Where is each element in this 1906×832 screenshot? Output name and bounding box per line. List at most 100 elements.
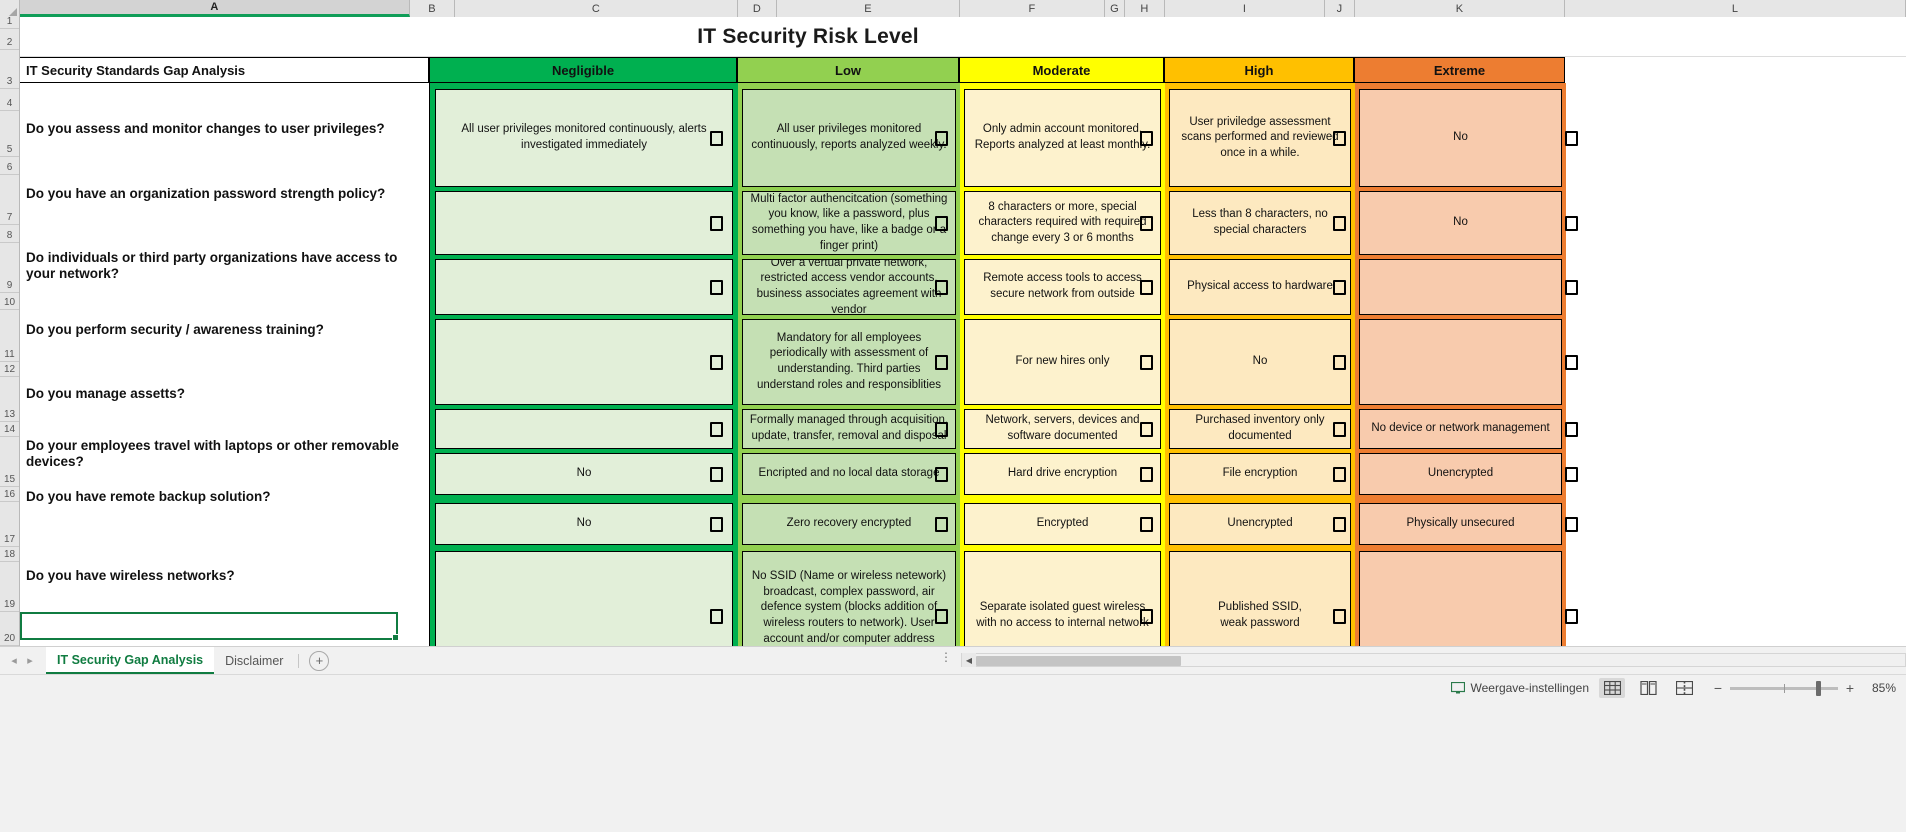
checkbox-negligible-row4[interactable] xyxy=(696,319,736,405)
checkbox-negligible-row1[interactable] xyxy=(696,89,736,187)
checkbox-high-row6[interactable] xyxy=(1323,453,1355,495)
checkbox-high-row7[interactable] xyxy=(1323,503,1355,545)
select-all-corner[interactable] xyxy=(0,0,20,17)
checkbox-low-row1[interactable] xyxy=(922,89,960,187)
row-header-8[interactable]: 8 xyxy=(0,225,19,243)
row-header-1[interactable]: 1 xyxy=(0,16,19,29)
zoom-thumb[interactable] xyxy=(1816,680,1821,696)
checkbox-low-row8[interactable] xyxy=(922,551,960,646)
checkbox-negligible-row7[interactable] xyxy=(696,503,736,545)
row-header-16[interactable]: 16 xyxy=(0,487,19,502)
zoom-out-button[interactable]: − xyxy=(1713,680,1723,696)
cell-negligible-row5[interactable] xyxy=(435,409,733,449)
checkbox-negligible-row8[interactable] xyxy=(696,551,736,646)
row-header-5[interactable]: 5 xyxy=(0,111,19,157)
zoom-in-button[interactable]: + xyxy=(1845,680,1855,696)
row-header-10[interactable]: 10 xyxy=(0,293,19,310)
normal-view-button[interactable] xyxy=(1599,678,1625,698)
cell-extreme-row8[interactable] xyxy=(1359,551,1562,646)
row-header-17[interactable]: 17 xyxy=(0,502,19,547)
cell-extreme-row3[interactable] xyxy=(1359,259,1562,315)
checkbox-moderate-row2[interactable] xyxy=(1127,191,1165,255)
row-header-2[interactable]: 2 xyxy=(0,29,19,50)
checkbox-negligible-row3[interactable] xyxy=(696,259,736,315)
checkbox-low-row2[interactable] xyxy=(922,191,960,255)
checkbox-extreme-row7[interactable] xyxy=(1559,503,1583,545)
cell-negligible-row6[interactable]: No xyxy=(435,453,733,495)
checkbox-moderate-row3[interactable] xyxy=(1127,259,1165,315)
checkbox-moderate-row4[interactable] xyxy=(1127,319,1165,405)
checkbox-extreme-row8[interactable] xyxy=(1559,551,1583,646)
checkbox-low-row7[interactable] xyxy=(922,503,960,545)
horizontal-scroll-thumb[interactable] xyxy=(976,656,1181,666)
checkbox-extreme-row5[interactable] xyxy=(1559,409,1583,449)
cell-extreme-row6[interactable]: Unencrypted xyxy=(1359,453,1562,495)
display-settings[interactable]: Weergave-instellingen xyxy=(1451,681,1589,695)
checkbox-high-row3[interactable] xyxy=(1323,259,1355,315)
checkbox-moderate-row1[interactable] xyxy=(1127,89,1165,187)
column-header-a[interactable]: A xyxy=(20,0,410,17)
row-header-11[interactable]: 11 xyxy=(0,310,19,362)
scroll-left-arrow-icon[interactable]: ◀ xyxy=(962,653,976,667)
row-header-12[interactable]: 12 xyxy=(0,362,19,377)
cell-extreme-row2[interactable]: No xyxy=(1359,191,1562,255)
scroll-grip-icon[interactable]: ⋮ xyxy=(940,650,953,664)
column-header-c[interactable]: C xyxy=(455,0,738,17)
zoom-slider[interactable]: − + 85% xyxy=(1713,680,1896,696)
row-header-20[interactable]: 20 xyxy=(0,612,19,646)
row-header-18[interactable]: 18 xyxy=(0,547,19,562)
cell-negligible-row1[interactable]: All user privileges monitored continuous… xyxy=(435,89,733,187)
checkbox-high-row5[interactable] xyxy=(1323,409,1355,449)
checkbox-high-row1[interactable] xyxy=(1323,89,1355,187)
checkbox-negligible-row6[interactable] xyxy=(696,453,736,495)
cell-extreme-row1[interactable]: No xyxy=(1359,89,1562,187)
checkbox-moderate-row6[interactable] xyxy=(1127,453,1165,495)
cell-negligible-row8[interactable] xyxy=(435,551,733,646)
checkbox-low-row3[interactable] xyxy=(922,259,960,315)
checkbox-low-row5[interactable] xyxy=(922,409,960,449)
checkbox-high-row2[interactable] xyxy=(1323,191,1355,255)
add-sheet-button[interactable]: + xyxy=(309,650,330,671)
column-header-i[interactable]: I xyxy=(1165,0,1325,17)
checkbox-extreme-row3[interactable] xyxy=(1559,259,1583,315)
cell-negligible-row2[interactable] xyxy=(435,191,733,255)
column-header-g[interactable]: G xyxy=(1105,0,1125,17)
cell-extreme-row7[interactable]: Physically unsecured xyxy=(1359,503,1562,545)
column-header-h[interactable]: H xyxy=(1125,0,1165,17)
column-header-l[interactable]: L xyxy=(1565,0,1906,17)
page-layout-view-button[interactable] xyxy=(1635,678,1661,698)
column-header-e[interactable]: E xyxy=(777,0,960,17)
row-header-7[interactable]: 7 xyxy=(0,175,19,225)
column-header-b[interactable]: B xyxy=(410,0,455,17)
checkbox-extreme-row4[interactable] xyxy=(1559,319,1583,405)
sheet-tab-1[interactable]: IT Security Gap Analysis xyxy=(46,647,215,674)
checkbox-moderate-row5[interactable] xyxy=(1127,409,1165,449)
column-header-j[interactable]: J xyxy=(1325,0,1355,17)
selected-cell[interactable] xyxy=(20,612,399,641)
prev-sheet-icon[interactable]: ◂ xyxy=(6,651,22,671)
checkbox-high-row4[interactable] xyxy=(1323,319,1355,405)
row-header-6[interactable]: 6 xyxy=(0,157,19,175)
checkbox-high-row8[interactable] xyxy=(1323,551,1355,646)
cell-negligible-row7[interactable]: No xyxy=(435,503,733,545)
checkbox-moderate-row7[interactable] xyxy=(1127,503,1165,545)
checkbox-extreme-row1[interactable] xyxy=(1559,89,1583,187)
checkbox-extreme-row2[interactable] xyxy=(1559,191,1583,255)
row-header-9[interactable]: 9 xyxy=(0,243,19,293)
checkbox-negligible-row2[interactable] xyxy=(696,191,736,255)
row-header-13[interactable]: 13 xyxy=(0,377,19,422)
sheet-tab-2[interactable]: Disclaimer xyxy=(214,647,294,674)
row-header-19[interactable]: 19 xyxy=(0,562,19,612)
row-header-14[interactable]: 14 xyxy=(0,422,19,437)
checkbox-low-row4[interactable] xyxy=(922,319,960,405)
cell-negligible-row3[interactable] xyxy=(435,259,733,315)
cell-negligible-row4[interactable] xyxy=(435,319,733,405)
next-sheet-icon[interactable]: ▸ xyxy=(22,651,38,671)
cell-extreme-row4[interactable] xyxy=(1359,319,1562,405)
checkbox-low-row6[interactable] xyxy=(922,453,960,495)
page-break-view-button[interactable] xyxy=(1671,678,1697,698)
checkbox-negligible-row5[interactable] xyxy=(696,409,736,449)
checkbox-extreme-row6[interactable] xyxy=(1559,453,1583,495)
column-header-f[interactable]: F xyxy=(960,0,1105,17)
zoom-track[interactable] xyxy=(1730,680,1838,696)
